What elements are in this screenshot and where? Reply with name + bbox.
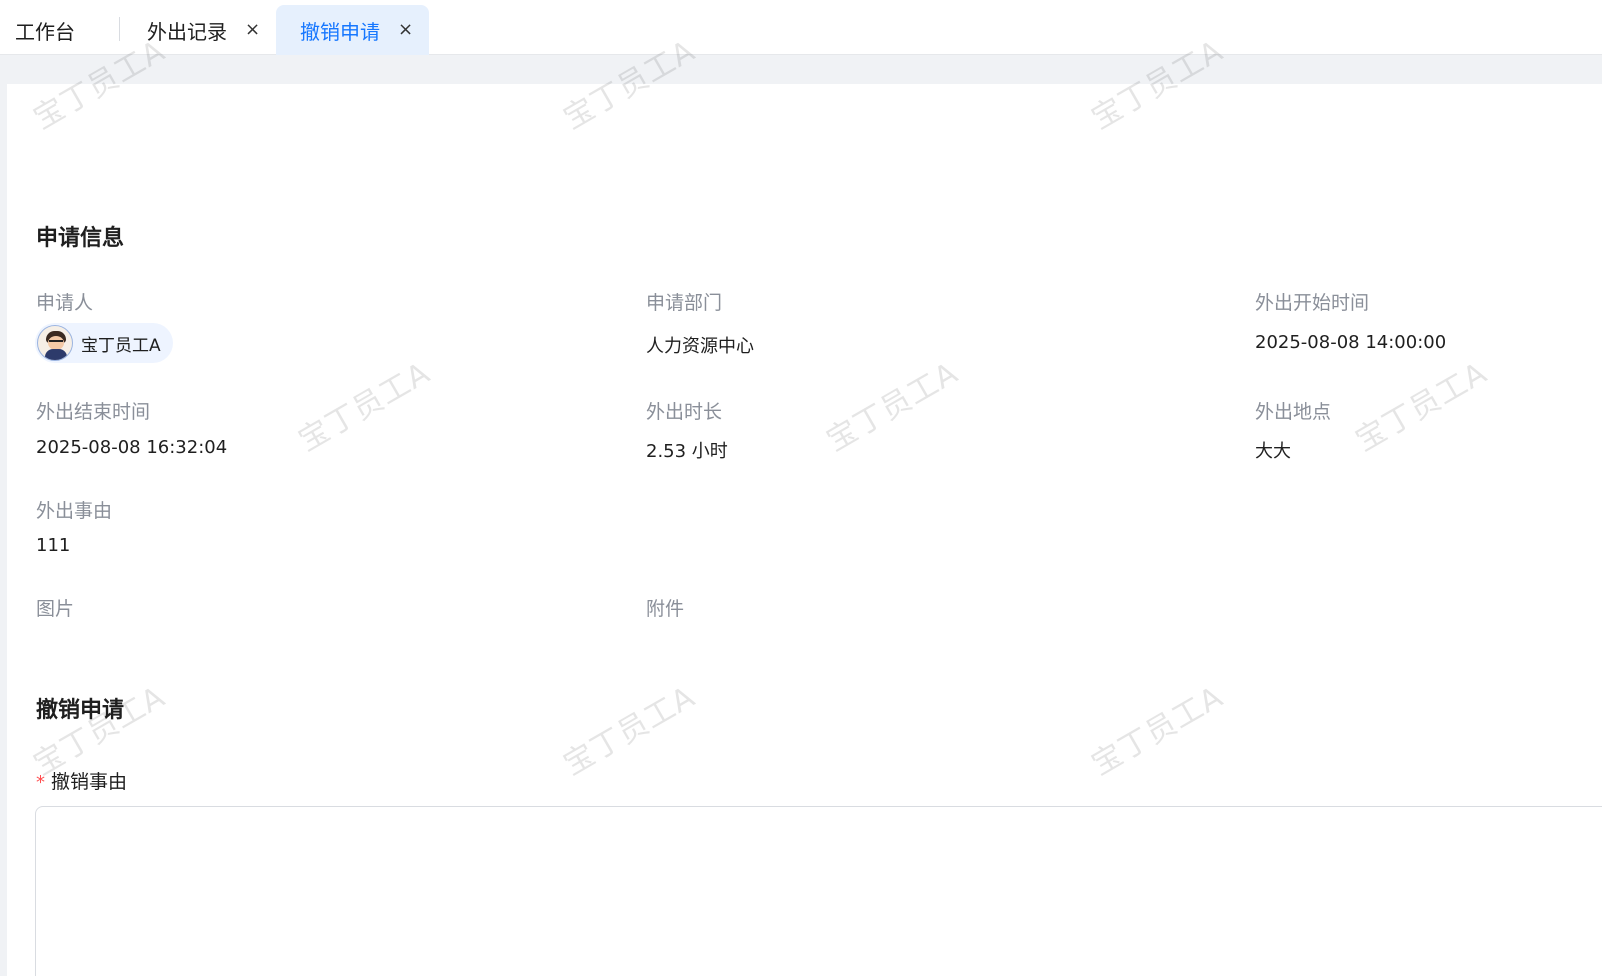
- location-label: 外出地点: [1255, 401, 1332, 423]
- duration-value: 2.53 小时: [646, 441, 728, 462]
- reason-value: 111: [36, 535, 71, 556]
- duration-label: 外出时长: [646, 401, 723, 423]
- location-value: 大大: [1255, 441, 1291, 462]
- tab-divider: [119, 17, 120, 41]
- close-icon[interactable]: ×: [245, 21, 260, 39]
- cancel-reason-label-text: 撤销事由: [51, 771, 128, 793]
- tab-bar: 工作台 外出记录 × 撤销申请 ×: [0, 0, 1602, 55]
- attachment-label: 附件: [646, 598, 685, 620]
- end-time-label: 外出结束时间: [36, 401, 151, 423]
- reason-label: 外出事由: [36, 500, 113, 522]
- department-label: 申请部门: [646, 292, 723, 314]
- section-title-application-info: 申请信息: [36, 226, 125, 251]
- watermark: 宝丁员工A: [1349, 355, 1494, 459]
- watermark: 宝丁员工A: [1085, 679, 1230, 783]
- start-time-label: 外出开始时间: [1255, 292, 1370, 314]
- tab-outing-records[interactable]: 外出记录 ×: [147, 5, 260, 55]
- tab-outing-records-label: 外出记录: [147, 19, 227, 44]
- avatar: [37, 325, 73, 361]
- cancel-reason-textarea[interactable]: [35, 806, 1602, 976]
- close-icon[interactable]: ×: [398, 21, 413, 39]
- department-value: 人力资源中心: [646, 336, 754, 357]
- start-time-value: 2025-08-08 14:00:00: [1255, 332, 1447, 353]
- content-left-edge: [0, 84, 7, 976]
- watermark: 宝丁员工A: [820, 355, 965, 459]
- applicant-chip: 宝丁员工A: [35, 323, 173, 363]
- applicant-label: 申请人: [36, 292, 94, 314]
- end-time-value: 2025-08-08 16:32:04: [36, 437, 228, 458]
- tab-workbench[interactable]: 工作台: [15, 5, 75, 55]
- required-mark: *: [36, 772, 45, 793]
- tab-workbench-label: 工作台: [15, 19, 75, 44]
- tab-cancel-request-label: 撤销申请: [300, 19, 380, 44]
- applicant-name: 宝丁员工A: [81, 335, 161, 356]
- watermark: 宝丁员工A: [557, 679, 702, 783]
- cancel-reason-label: * 撤销事由: [36, 767, 127, 794]
- image-label: 图片: [36, 598, 75, 620]
- watermark: 宝丁员工A: [292, 355, 437, 459]
- tab-cancel-request[interactable]: 撤销申请 ×: [276, 5, 429, 55]
- section-title-cancel-request: 撤销申请: [36, 698, 125, 723]
- content-top-strip: [0, 55, 1602, 84]
